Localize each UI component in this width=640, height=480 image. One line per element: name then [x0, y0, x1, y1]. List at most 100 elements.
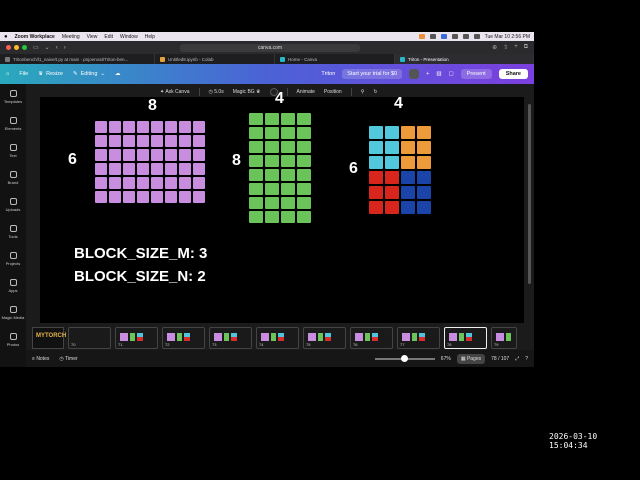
status-icon[interactable] [429, 34, 436, 39]
battery-icon[interactable] [473, 34, 480, 39]
sidebar-item-text[interactable]: Text [0, 144, 26, 158]
comment-icon[interactable]: ▢ [449, 71, 454, 77]
sidebar-item-tools[interactable]: Tools [0, 225, 26, 239]
more-options-icon[interactable]: ↻ [373, 89, 377, 95]
menubar-clock[interactable]: Tue Mar 10 2:56 PM [485, 34, 530, 40]
home-icon[interactable]: ⌂ [6, 71, 9, 77]
grid-block [297, 197, 311, 209]
magic-bg-button[interactable]: Magic BG ♛ [233, 89, 261, 95]
grid-block [281, 155, 295, 167]
document-title[interactable]: Triton [321, 71, 335, 77]
thumbnail-preview [449, 333, 472, 341]
browser-toolbar: ▭ ⌄ ‹ › canva.com ⊕ ⇧ + ⧉ [0, 41, 534, 54]
page-thumbnail[interactable]: 70 [68, 327, 111, 349]
chevron-down-icon[interactable]: ⌄ [45, 44, 50, 51]
page-thumbnail[interactable]: 71 [115, 327, 158, 349]
tab-overview-icon[interactable]: ⧉ [524, 44, 528, 51]
timer-button[interactable]: ◷ Timer [59, 356, 77, 362]
position-button[interactable]: Position [324, 89, 342, 95]
maximize-window-button[interactable] [22, 45, 27, 50]
zoom-status-icon[interactable] [418, 34, 425, 39]
present-button[interactable]: Present [460, 69, 492, 79]
share-icon[interactable]: ⇧ [503, 44, 508, 51]
back-icon[interactable]: ‹ [56, 45, 58, 51]
editor-footer: ≡ Notes ◷ Timer 67% ▦ Pages 78 / 107 ⤢ ? [26, 350, 534, 367]
analytics-icon[interactable]: ▥ [436, 71, 441, 77]
menu-view[interactable]: View [87, 34, 98, 40]
notes-button[interactable]: ≡ Notes [32, 356, 49, 362]
sidebar-item-apps[interactable]: Apps [0, 279, 26, 293]
sidebar-item-magic-media[interactable]: Magic Media [0, 306, 26, 320]
wifi-icon[interactable] [462, 34, 469, 39]
page-thumbnail[interactable]: 74 [256, 327, 299, 349]
animate-button[interactable]: Animate [297, 89, 315, 95]
zoom-slider[interactable] [374, 354, 435, 362]
zoom-slider-handle[interactable] [400, 354, 408, 362]
start-trial-button[interactable]: Start your trial for $0 [342, 69, 403, 79]
grid-block [165, 191, 177, 203]
menu-window[interactable]: Window [120, 34, 138, 40]
ask-canva-button[interactable]: ✦ Ask Canva [160, 89, 190, 95]
sidebar-toggle-icon[interactable]: ▭ [33, 44, 39, 51]
editing-mode-dropdown[interactable]: ✎ Editing ⌄ [73, 71, 105, 77]
menu-edit[interactable]: Edit [104, 34, 113, 40]
cloud-save-icon[interactable]: ☁ [115, 71, 121, 77]
avatar[interactable] [409, 69, 420, 79]
menu-meeting[interactable]: Meeting [62, 34, 80, 40]
vertical-scrollbar[interactable] [528, 104, 531, 284]
new-tab-icon[interactable]: + [514, 44, 518, 51]
page-count[interactable]: 78 / 107 [491, 356, 509, 362]
sidebar-label: Text [9, 153, 17, 158]
tab-colab[interactable]: Untitled8.ipynb - Colab [155, 54, 275, 64]
minimize-window-button[interactable] [14, 45, 19, 50]
share-button[interactable]: Share [498, 69, 528, 79]
timer-label: Timer [65, 355, 78, 362]
page-thumbnail-selected[interactable]: 78 [444, 327, 487, 349]
middle-block-grid [249, 113, 311, 223]
page-thumbnail[interactable]: 72 [162, 327, 205, 349]
duration-label: 5.0s [214, 89, 224, 95]
sidebar-item-uploads[interactable]: Uploads [0, 198, 26, 212]
help-icon[interactable]: ? [525, 356, 528, 362]
sidebar-item-projects[interactable]: Projects [0, 252, 26, 266]
github-icon [5, 56, 10, 62]
forward-icon[interactable]: › [64, 45, 66, 51]
sidebar-item-photos[interactable]: Photos [0, 333, 26, 347]
grid-block [165, 121, 177, 133]
slide-canvas[interactable]: 8 6 4 8 4 6 BLOCK_SIZE_M: 3 BLOCK_SIZE_N… [40, 90, 524, 345]
page-thumbnail[interactable]: 76 [350, 327, 393, 349]
tab-canva-home[interactable]: Home - Canva [275, 54, 395, 64]
divider [286, 88, 288, 96]
paint-format-icon[interactable]: ⚲ [361, 89, 365, 95]
sidebar-item-brand[interactable]: Brand [0, 171, 26, 185]
sidebar-label: Uploads [5, 207, 21, 212]
page-thumbnail[interactable]: 73 [209, 327, 252, 349]
grid-block [369, 156, 383, 169]
pages-button[interactable]: ▦ Pages [456, 353, 486, 364]
app-name[interactable]: Zoom Workplace [15, 34, 55, 40]
apple-icon[interactable]: ● [4, 34, 8, 40]
elements-icon [9, 117, 17, 124]
page-thumbnail[interactable]: 79 [491, 327, 517, 349]
download-icon[interactable]: ⊕ [492, 44, 497, 51]
close-window-button[interactable] [6, 45, 11, 50]
page-thumbnail[interactable]: MYTORCH [32, 327, 66, 349]
menu-help[interactable]: Help [145, 34, 155, 40]
resize-button[interactable]: ♛ Resize [38, 71, 63, 77]
sidebar-item-elements[interactable]: Elements [0, 117, 26, 131]
page-thumbnail[interactable]: 77 [397, 327, 440, 349]
address-bar[interactable]: canva.com [180, 43, 360, 52]
add-collaborator-icon[interactable]: + [426, 71, 429, 77]
status-icon[interactable] [440, 34, 447, 39]
tab-github[interactable]: Tritonbench/l1_naive/t.py at main · pnjo… [0, 54, 155, 64]
status-icon[interactable] [451, 34, 458, 39]
page-thumbnail[interactable]: 75 [303, 327, 346, 349]
grid-block [249, 155, 263, 167]
file-menu[interactable]: File [19, 71, 28, 77]
tab-triton-presentation[interactable]: Triton - Presentation [395, 54, 534, 64]
zoom-level[interactable]: 67% [441, 356, 451, 362]
duration-button[interactable]: ◷ 5.0s [209, 89, 224, 95]
fullscreen-icon[interactable]: ⤢ [515, 356, 519, 362]
sidebar-item-templates[interactable]: Templates [0, 90, 26, 104]
grid-block [249, 113, 263, 125]
